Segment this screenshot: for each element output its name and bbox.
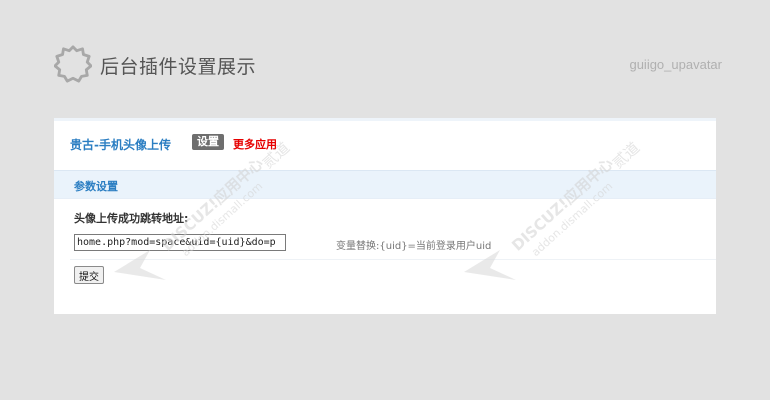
- watermark-logo: DISCUZ!应用中心 addon.dismall.com 贰道: [464, 139, 643, 280]
- watermark-logo: DISCUZ!应用中心 addon.dismall.com 贰道: [114, 139, 293, 280]
- page-title: 后台插件设置展示: [100, 56, 257, 78]
- plugin-identifier: guiigo_upavatar: [629, 57, 722, 72]
- watermark-arrow-icon: [114, 250, 166, 280]
- watermark-arrow-icon: [464, 250, 516, 280]
- gear-icon: [54, 45, 92, 83]
- watermark-line1: DISCUZ!应用中心: [158, 154, 266, 254]
- watermark-line1: DISCUZ!应用中心: [508, 154, 616, 254]
- submit-button[interactable]: 提交: [74, 266, 104, 284]
